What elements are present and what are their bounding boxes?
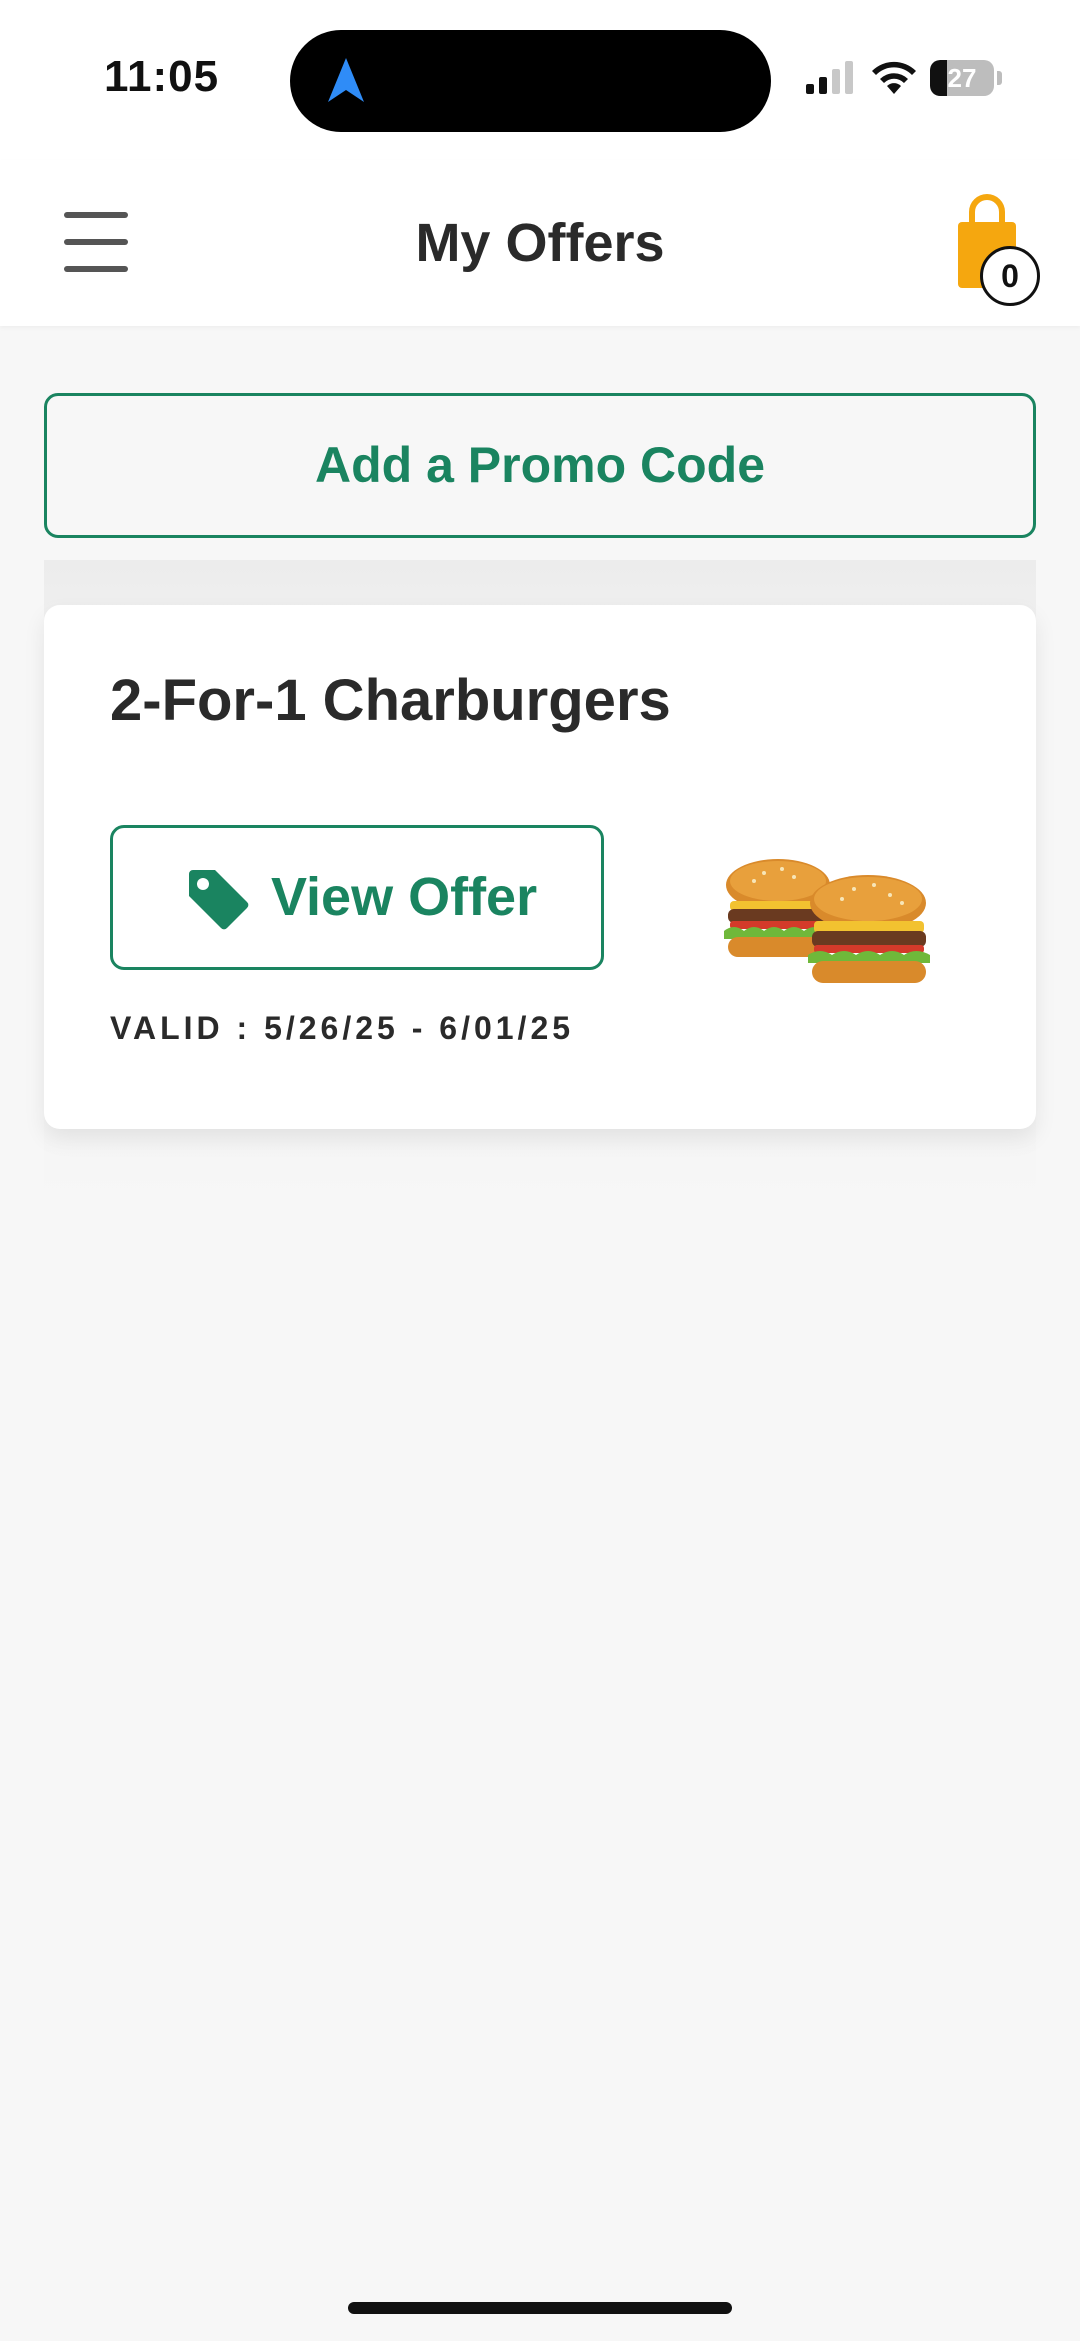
two-charburgers-image: [724, 859, 930, 983]
view-offer-label: View Offer: [271, 867, 538, 927]
app-header: My Offers 0: [0, 160, 1080, 326]
navigation-arrow-icon: [328, 58, 364, 102]
offer-validity: VALID : 5/26/25 - 6/01/25: [110, 1010, 575, 1046]
add-promo-code-button[interactable]: Add a Promo Code: [44, 393, 1036, 538]
cart-count-badge: 0: [980, 246, 1040, 306]
cart-button[interactable]: 0: [948, 194, 1048, 306]
page-title: My Offers: [415, 213, 665, 273]
battery-icon: 27: [930, 60, 1002, 96]
price-tag-icon: [189, 870, 249, 930]
home-indicator[interactable]: [348, 2302, 732, 2314]
wifi-icon: [872, 61, 916, 94]
offer-card: 2-For-1 Charburgers View Offer VALID : 5…: [44, 605, 1036, 1129]
status-time: 11:05: [104, 52, 220, 101]
status-bar: 11:05 27: [0, 0, 1080, 160]
battery-level: 27: [947, 63, 977, 93]
battery-body: 27: [930, 60, 994, 96]
view-offer-button[interactable]: View Offer: [110, 825, 604, 970]
offer-title: 2-For-1 Charburgers: [110, 668, 671, 733]
cellular-signal-icon: [806, 61, 853, 94]
dynamic-island: [290, 30, 771, 132]
battery-nub: [997, 71, 1002, 85]
